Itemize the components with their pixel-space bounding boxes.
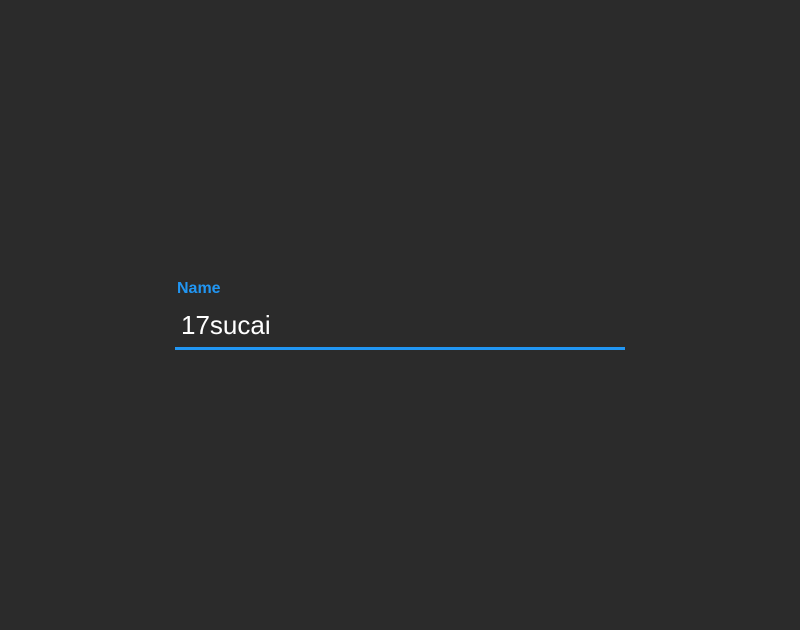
name-label: Name bbox=[175, 280, 625, 298]
name-field-group: Name bbox=[175, 280, 625, 350]
name-input[interactable] bbox=[175, 306, 625, 350]
